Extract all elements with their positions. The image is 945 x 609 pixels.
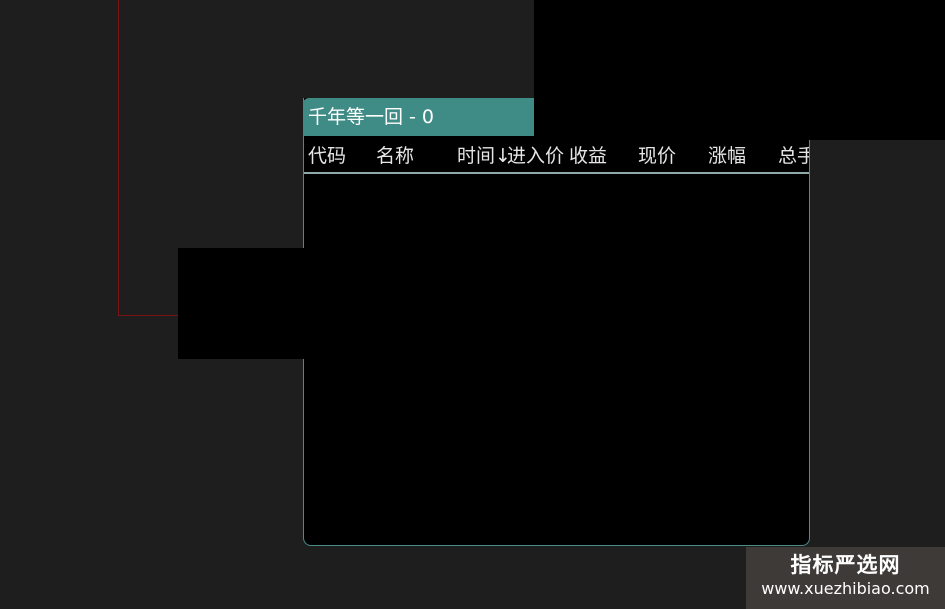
watermark-title: 指标严选网 xyxy=(790,553,901,577)
column-header-entry-price[interactable]: 进入价 xyxy=(507,138,564,172)
watermark-url: www.xuezhibiao.com xyxy=(761,579,930,598)
column-header-profit[interactable]: 收益 xyxy=(569,138,607,172)
column-header-change[interactable]: 涨幅 xyxy=(708,138,746,172)
column-header-time[interactable]: 时间↓ xyxy=(457,138,511,172)
panel-title-tab[interactable]: 千年等一回 - 0 xyxy=(303,98,534,136)
occluding-black-block-left xyxy=(178,248,306,359)
occluding-black-block-top xyxy=(534,0,945,140)
column-header-volume[interactable]: 总手 xyxy=(778,138,809,172)
table-header-row: 代码 名称 时间↓ 进入价 收益 现价 涨幅 总手 xyxy=(304,138,809,174)
watermark: 指标严选网 www.xuezhibiao.com xyxy=(746,547,945,609)
desktop-background: 千年等一回 - 0 代码 名称 时间↓ 进入价 收益 现价 涨幅 总手 指标严选… xyxy=(0,0,945,609)
column-header-name[interactable]: 名称 xyxy=(376,138,414,172)
panel-title: 千年等一回 - 0 xyxy=(308,106,435,128)
column-header-code[interactable]: 代码 xyxy=(308,138,346,172)
column-header-current-price[interactable]: 现价 xyxy=(638,138,676,172)
